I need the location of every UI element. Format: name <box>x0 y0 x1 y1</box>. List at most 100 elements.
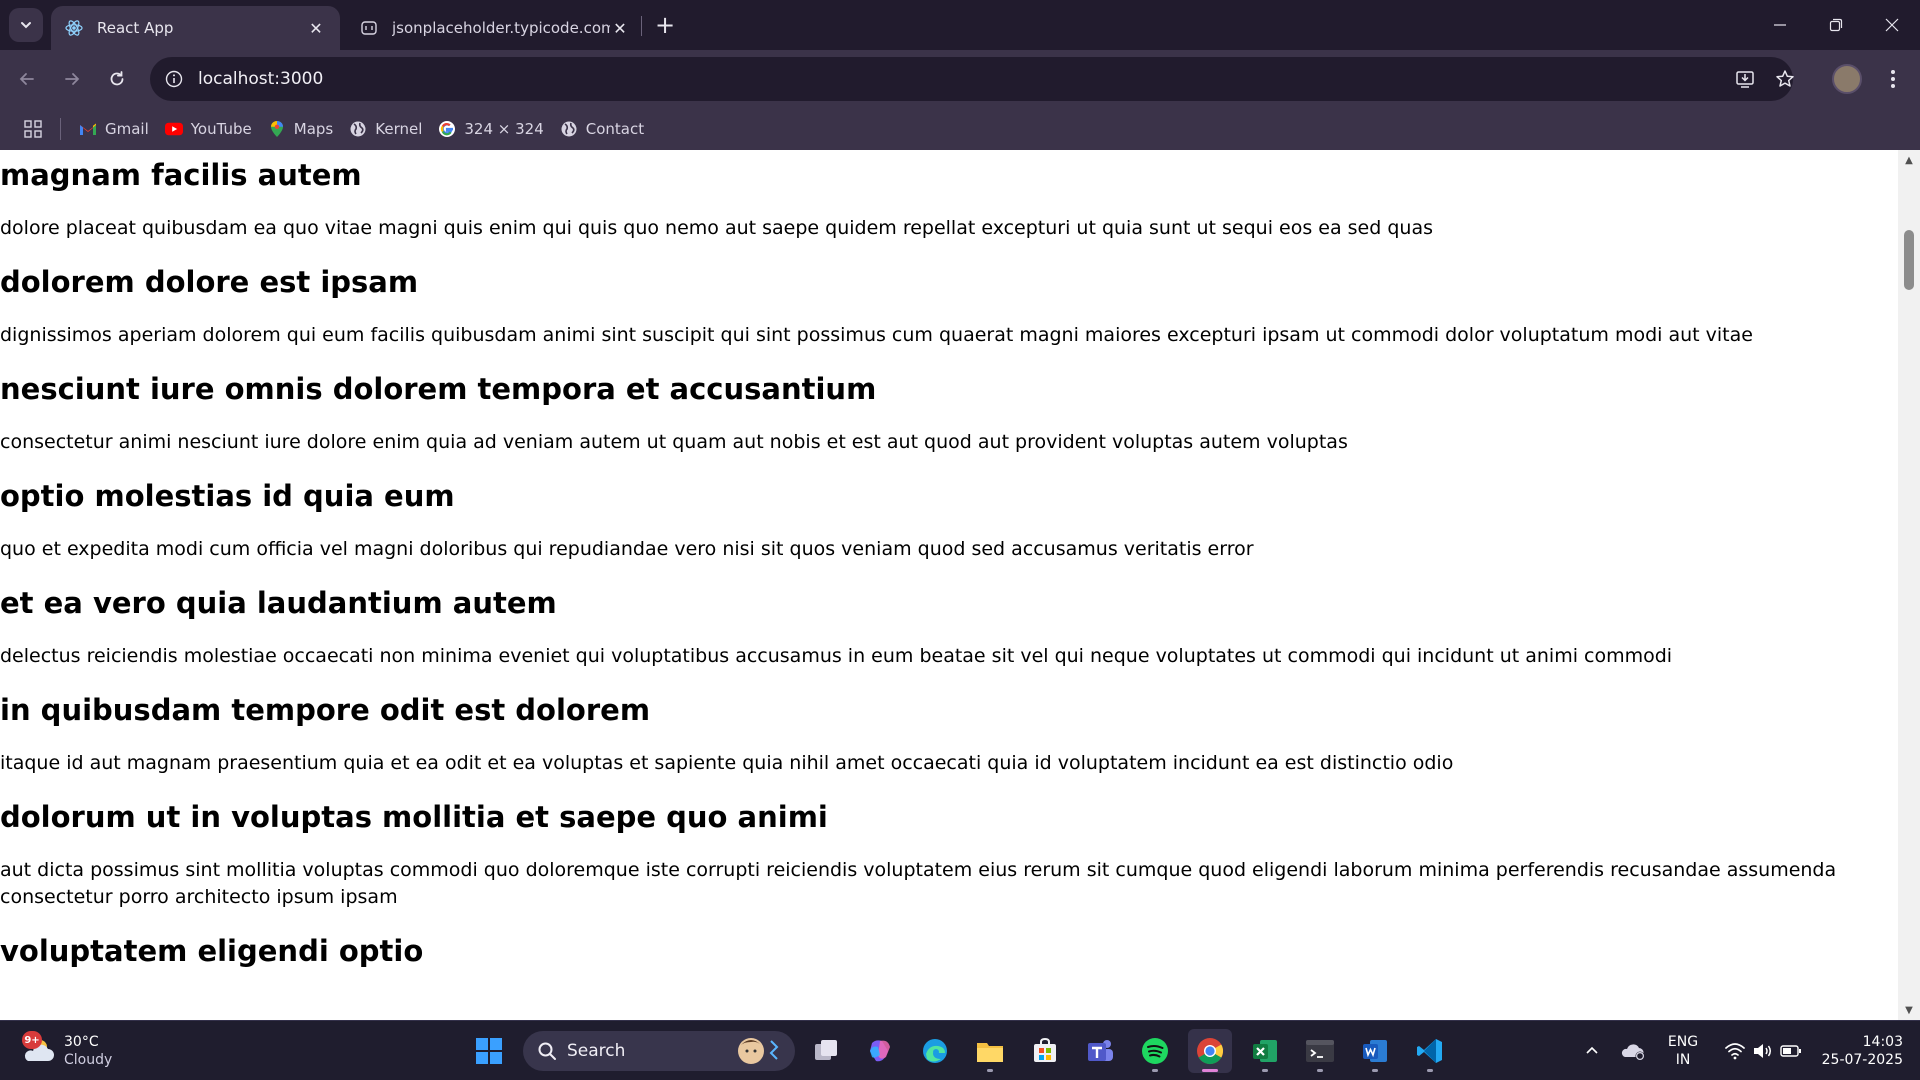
address-bar[interactable]: localhost:3000 <box>150 57 1793 101</box>
post-item: magnam facilis autem dolore placeat quib… <box>0 157 1898 242</box>
chrome-app[interactable] <box>1188 1029 1232 1073</box>
post-title: optio molestias id quia eum <box>0 479 455 513</box>
apps-button[interactable] <box>12 113 54 145</box>
forward-button[interactable] <box>54 61 90 97</box>
copilot-app[interactable] <box>858 1029 902 1073</box>
post-body: itaque id aut magnam praesentium quia et… <box>0 752 1454 774</box>
post-title: dolorem dolore est ipsam <box>0 265 419 299</box>
scroll-up-arrow-icon[interactable]: ▲ <box>1903 154 1915 166</box>
maps-icon <box>268 120 286 138</box>
active-indicator <box>1202 1069 1218 1072</box>
running-indicator <box>1317 1069 1323 1072</box>
file-explorer-app[interactable] <box>968 1029 1012 1073</box>
bookmark-youtube[interactable]: YouTube <box>157 113 260 145</box>
search-label: Search <box>567 1041 626 1061</box>
folder-icon <box>977 1043 1003 1062</box>
windows-taskbar: 9+ 30°C Cloudy Search ENG IN 14:03 25-07… <box>0 1020 1920 1080</box>
show-hidden-icons-button[interactable] <box>1570 1029 1614 1073</box>
browser-toolbar: localhost:3000 <box>0 50 1920 108</box>
bookmark-kernel[interactable]: Kernel <box>341 113 430 145</box>
bookmark-contact[interactable]: Contact <box>552 113 652 145</box>
bookmark-star-button[interactable] <box>1767 61 1803 97</box>
teams-app[interactable] <box>1078 1029 1122 1073</box>
excel-icon <box>1253 1040 1277 1062</box>
spotify-app[interactable] <box>1133 1029 1177 1073</box>
post-body: delectus reiciendis molestiae occaecati … <box>0 645 1673 667</box>
reload-button[interactable] <box>99 61 135 97</box>
bookmark-324x324[interactable]: 324 × 324 <box>430 113 551 145</box>
bookmark-gmail[interactable]: Gmail <box>71 113 157 145</box>
more-vertical-icon <box>1891 70 1895 88</box>
post-item: optio molestias id quia eum quo et exped… <box>0 478 1898 563</box>
weather-badge: 9+ <box>22 1031 42 1049</box>
vscode-app[interactable] <box>1408 1029 1452 1073</box>
onedrive-button[interactable] <box>1611 1029 1655 1073</box>
minimize-button[interactable] <box>1752 0 1808 50</box>
youtube-icon <box>164 120 183 138</box>
install-app-button[interactable] <box>1727 61 1763 97</box>
word-icon <box>1363 1040 1387 1062</box>
excel-app[interactable] <box>1243 1029 1287 1073</box>
weather-widget[interactable]: 9+ 30°C Cloudy <box>20 1029 140 1073</box>
bookmark-label: Gmail <box>105 120 149 138</box>
word-app[interactable] <box>1353 1029 1397 1073</box>
profile-avatar[interactable] <box>1832 64 1862 94</box>
minimize-icon <box>1774 24 1786 26</box>
globe-icon <box>560 120 578 138</box>
teams-icon <box>1088 1040 1113 1061</box>
post-item: dolorum ut in voluptas mollitia et saepe… <box>0 799 1898 911</box>
quick-settings-button[interactable] <box>1713 1029 1813 1073</box>
new-tab-button[interactable]: + <box>650 10 680 40</box>
bookmarks-bar: Gmail YouTube Maps Kernel 324 × 324 Cont… <box>0 108 1920 150</box>
edge-app[interactable] <box>913 1029 957 1073</box>
post-title: magnam facilis autem <box>0 158 362 192</box>
edge-icon <box>923 1039 947 1063</box>
page-scrollbar[interactable]: ▲ ▼ <box>1898 150 1920 1020</box>
bookmark-label: 324 × 324 <box>464 120 544 138</box>
bookmark-maps[interactable]: Maps <box>260 113 341 145</box>
running-indicator <box>1372 1069 1378 1072</box>
url-text: localhost:3000 <box>198 69 324 89</box>
page-viewport: magnam facilis autem dolore placeat quib… <box>0 150 1920 1020</box>
weather-temp: 30°C <box>64 1034 99 1050</box>
star-icon <box>1776 70 1794 87</box>
back-button[interactable] <box>9 61 45 97</box>
site-info-icon[interactable] <box>162 67 186 91</box>
windows-logo-icon <box>476 1038 502 1064</box>
chrome-icon <box>1197 1038 1224 1065</box>
weather-condition: Cloudy <box>64 1052 113 1068</box>
site-icon <box>360 19 378 37</box>
running-indicator <box>1152 1069 1158 1072</box>
post-item: et ea vero quia laudantium autem delectu… <box>0 585 1898 670</box>
microsoft-store-app[interactable] <box>1023 1029 1067 1073</box>
language-indicator[interactable]: ENG IN <box>1663 1033 1703 1069</box>
tab-search-button[interactable] <box>9 8 43 42</box>
language-line2: IN <box>1675 1052 1691 1068</box>
scroll-thumb[interactable] <box>1904 230 1914 290</box>
start-button[interactable] <box>467 1029 511 1073</box>
task-view-button[interactable] <box>804 1029 848 1073</box>
arrow-left-icon <box>19 73 34 85</box>
bookmark-label: Kernel <box>375 120 423 138</box>
running-indicator <box>1427 1069 1433 1072</box>
close-window-button[interactable] <box>1864 0 1920 50</box>
terminal-app[interactable] <box>1298 1029 1342 1073</box>
clock[interactable]: 14:03 25-07-2025 <box>1813 1033 1903 1069</box>
cloud-sync-icon <box>1621 1044 1645 1061</box>
posts-list: magnam facilis autem dolore placeat quib… <box>0 150 1898 969</box>
scroll-down-arrow-icon[interactable]: ▼ <box>1903 1004 1915 1016</box>
tab-react-app[interactable]: React App ✕ <box>51 6 340 50</box>
gmail-icon <box>79 120 97 138</box>
close-icon[interactable]: ✕ <box>306 18 326 38</box>
post-title: nesciunt iure omnis dolorem tempora et a… <box>0 372 877 406</box>
taskbar-search[interactable]: Search <box>523 1031 795 1071</box>
tab-strip: React App ✕ jsonplaceholder.typicode.com… <box>0 0 1920 50</box>
task-view-icon <box>815 1040 837 1060</box>
restore-button[interactable] <box>1808 0 1864 50</box>
battery-icon <box>1780 1045 1801 1057</box>
browser-menu-button[interactable] <box>1877 61 1909 97</box>
post-item: voluptatem eligendi optio <box>0 933 1898 969</box>
close-icon[interactable]: ✕ <box>610 18 630 38</box>
post-item: dolorem dolore est ipsam dignissimos ape… <box>0 264 1898 349</box>
tab-jsonplaceholder[interactable]: jsonplaceholder.typicode.com/p ✕ <box>346 6 644 50</box>
